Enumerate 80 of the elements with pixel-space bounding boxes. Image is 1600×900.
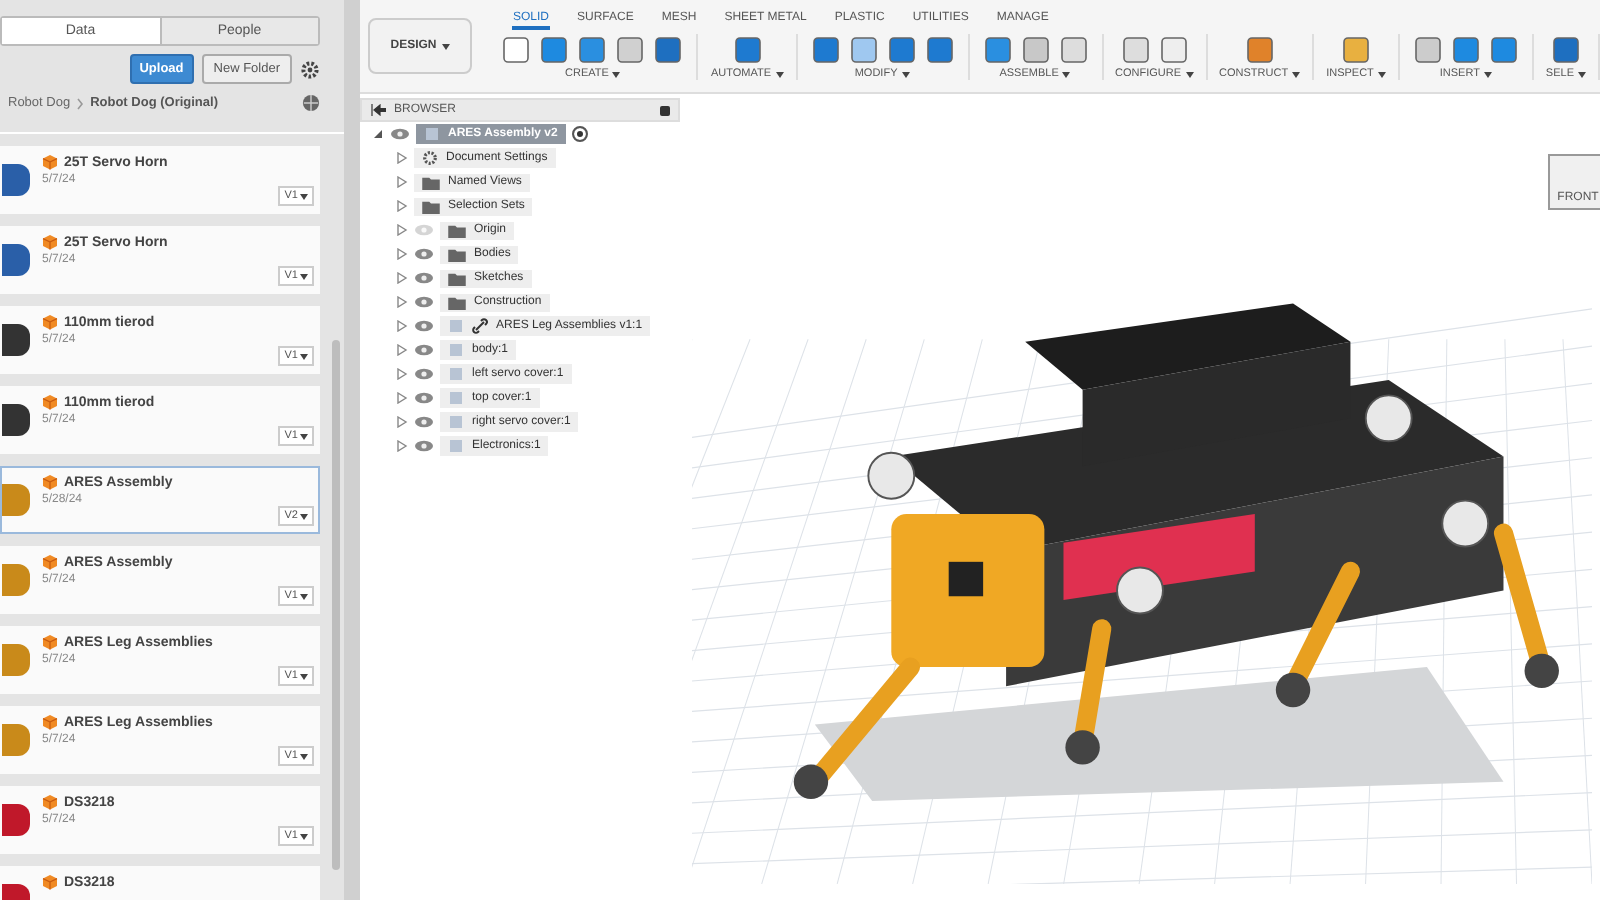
tool-icon[interactable] [1057, 34, 1090, 66]
eye-icon[interactable] [414, 320, 434, 332]
thumbnail-placeholder [2, 404, 30, 436]
caret-icon [1483, 71, 1492, 77]
caret-icon [300, 353, 308, 359]
caret-icon [1377, 71, 1386, 77]
tool-icon[interactable] [576, 34, 609, 66]
eye-icon[interactable] [414, 344, 434, 356]
thumbnail-placeholder [2, 164, 30, 196]
caret-icon [901, 71, 910, 77]
caret-icon [1185, 71, 1194, 77]
tool-icon[interactable] [1157, 34, 1190, 66]
caret-icon [300, 753, 308, 759]
tool-icon[interactable] [500, 34, 533, 66]
caret-icon [300, 193, 308, 199]
tool-icon[interactable] [731, 34, 764, 66]
tool-icon[interactable] [885, 34, 918, 66]
tool-icon[interactable] [1119, 34, 1152, 66]
thumbnail-placeholder [2, 644, 30, 676]
chevron-icon [76, 97, 85, 109]
cube-icon [42, 154, 58, 170]
tool-icon[interactable] [1487, 34, 1520, 66]
caret-icon [300, 673, 308, 679]
tool-icon[interactable] [1340, 34, 1372, 66]
thumbnail-placeholder [2, 564, 30, 596]
tool-icon[interactable] [1243, 34, 1276, 66]
tool-icon[interactable] [614, 34, 647, 66]
caret-icon [300, 513, 308, 519]
cube-icon [42, 634, 58, 650]
cube-icon [42, 874, 58, 890]
caret-icon [1292, 71, 1301, 77]
caret-icon [442, 43, 451, 49]
eye-icon[interactable] [414, 392, 434, 404]
pin-icon[interactable] [660, 105, 670, 115]
caret-icon [300, 833, 308, 839]
thumbnail-placeholder [2, 244, 30, 276]
cube-icon [42, 394, 58, 410]
caret-icon [300, 593, 308, 599]
cube-icon [42, 554, 58, 570]
caret-icon [300, 433, 308, 439]
tool-icon[interactable] [923, 34, 956, 66]
gear-icon [422, 150, 438, 166]
eye-icon[interactable] [414, 416, 434, 428]
tool-icon[interactable] [1449, 34, 1482, 66]
cube-icon [42, 714, 58, 730]
tool-icon[interactable] [1411, 34, 1444, 66]
cube-icon [42, 314, 58, 330]
collapse-icon[interactable] [370, 104, 386, 116]
eye-icon[interactable] [414, 272, 434, 284]
tool-icon[interactable] [652, 34, 685, 66]
link-icon [472, 318, 488, 334]
caret-icon [300, 273, 308, 279]
caret-icon [775, 71, 784, 77]
tool-icon[interactable] [981, 34, 1014, 66]
eye-icon[interactable] [414, 440, 434, 452]
thumbnail-placeholder [2, 324, 30, 356]
cube-icon [42, 234, 58, 250]
component-icon [424, 126, 440, 142]
tool-icon[interactable] [1549, 34, 1582, 66]
tool-icon[interactable] [538, 34, 571, 66]
scrollbar[interactable] [332, 340, 340, 870]
caret-icon [1062, 71, 1071, 77]
globe-icon[interactable] [302, 94, 320, 112]
eye-icon[interactable] [414, 368, 434, 380]
active-radio-icon[interactable] [571, 126, 588, 142]
caret-icon [612, 71, 621, 77]
cube-icon [42, 794, 58, 810]
cube-icon [42, 474, 58, 490]
thumbnail-placeholder [2, 724, 30, 756]
eye-icon[interactable] [414, 296, 434, 308]
thumbnail-placeholder [2, 804, 30, 836]
tool-icon[interactable] [1019, 34, 1052, 66]
tool-icon[interactable] [847, 34, 880, 66]
eye-icon[interactable] [390, 128, 410, 140]
thumbnail-placeholder [2, 484, 30, 516]
tool-icon[interactable] [809, 34, 842, 66]
settings-icon[interactable] [300, 59, 320, 79]
eye-icon[interactable] [414, 248, 434, 260]
expand-arrow-icon[interactable] [372, 128, 384, 140]
caret-icon [1578, 71, 1586, 77]
